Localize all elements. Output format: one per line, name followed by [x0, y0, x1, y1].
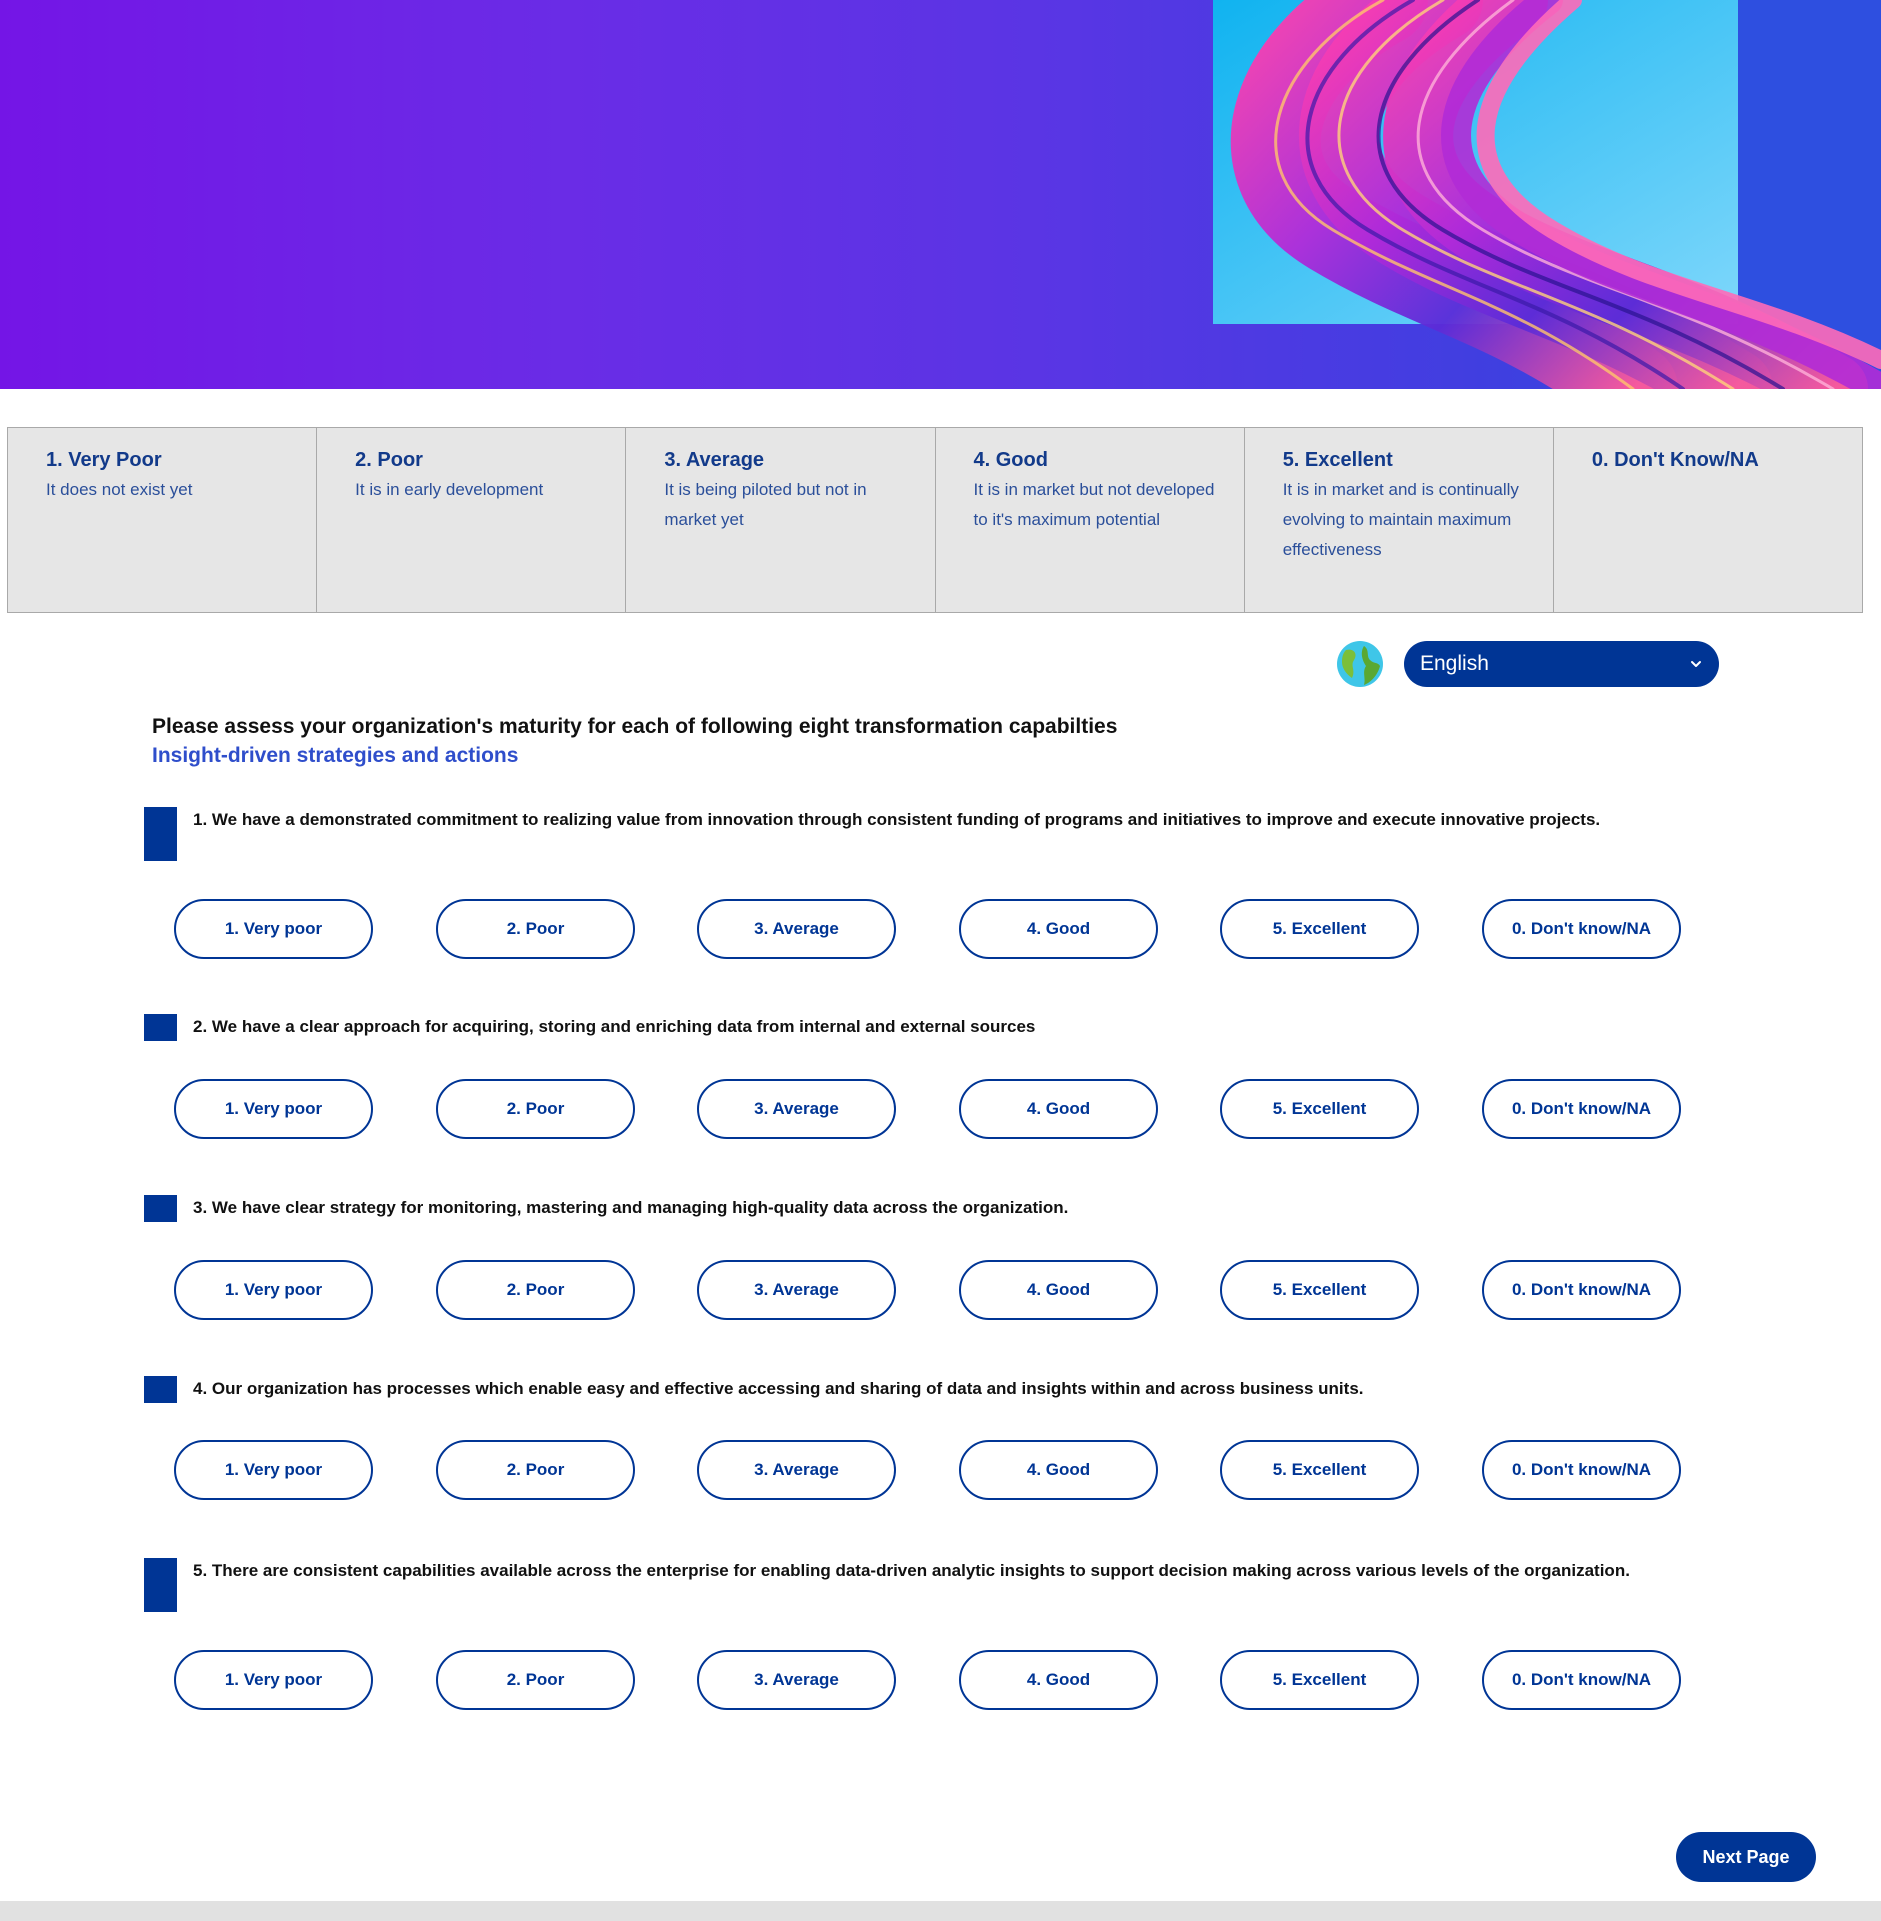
legend-cell-excellent: 5. Excellent It is in market and is cont… — [1245, 428, 1554, 612]
option-excellent-button[interactable]: 5. Excellent — [1220, 1440, 1419, 1500]
option-excellent-button[interactable]: 5. Excellent — [1220, 899, 1419, 959]
legend-cell-poor: 2. Poor It is in early development — [317, 428, 627, 612]
language-select[interactable]: English — [1404, 641, 1719, 687]
option-poor-button[interactable]: 2. Poor — [436, 1260, 635, 1320]
option-dont-know-button[interactable]: 0. Don't know/NA — [1482, 899, 1681, 959]
legend-cell-dont-know: 0. Don't Know/NA — [1554, 428, 1862, 612]
chevron-down-icon — [1691, 661, 1701, 667]
survey-intro: Please assess your organization's maturi… — [152, 712, 1652, 770]
option-good-button[interactable]: 4. Good — [959, 1260, 1158, 1320]
legend-cell-average: 3. Average It is being piloted but not i… — [626, 428, 936, 612]
option-poor-button[interactable]: 2. Poor — [436, 1650, 635, 1710]
survey-instruction: Please assess your organization's maturi… — [152, 715, 1118, 738]
legend-description: It is being piloted but not in market ye… — [664, 480, 867, 529]
option-poor-button[interactable]: 2. Poor — [436, 1440, 635, 1500]
hero-banner — [0, 0, 1881, 389]
next-page-button[interactable]: Next Page — [1676, 1832, 1816, 1882]
question-text: 4. Our organization has processes which … — [193, 1379, 1364, 1398]
question-text: 2. We have a clear approach for acquirin… — [193, 1017, 1036, 1036]
legend-description: It is in market but not developed to it'… — [973, 480, 1215, 529]
option-dont-know-button[interactable]: 0. Don't know/NA — [1482, 1079, 1681, 1139]
legend-title: 0. Don't Know/NA — [1591, 449, 1759, 471]
option-excellent-button[interactable]: 5. Excellent — [1220, 1079, 1419, 1139]
question-text: 1. We have a demonstrated commitment to … — [193, 810, 1601, 829]
option-dont-know-button[interactable]: 0. Don't know/NA — [1482, 1440, 1681, 1500]
legend-title: 4. Good — [973, 449, 1048, 471]
question-marker — [144, 1558, 177, 1612]
option-very-poor-button[interactable]: 1. Very poor — [174, 1440, 373, 1500]
option-poor-button[interactable]: 2. Poor — [436, 1079, 635, 1139]
rating-legend: 1. Very Poor It does not exist yet 2. Po… — [7, 427, 1863, 613]
legend-description: It does not exist yet — [46, 480, 193, 499]
option-good-button[interactable]: 4. Good — [959, 1650, 1158, 1710]
legend-cell-very-poor: 1. Very Poor It does not exist yet — [8, 428, 318, 612]
option-very-poor-button[interactable]: 1. Very poor — [174, 1260, 373, 1320]
option-average-button[interactable]: 3. Average — [697, 1079, 896, 1139]
legend-title: 5. Excellent — [1282, 449, 1393, 471]
footer-bar — [0, 1901, 1881, 1921]
question-marker — [144, 1376, 177, 1403]
option-very-poor-button[interactable]: 1. Very poor — [174, 1079, 373, 1139]
question-text: 3. We have clear strategy for monitoring… — [193, 1198, 1069, 1217]
option-dont-know-button[interactable]: 0. Don't know/NA — [1482, 1260, 1681, 1320]
question-text: 5. There are consistent capabilities ava… — [193, 1561, 1630, 1580]
option-very-poor-button[interactable]: 1. Very poor — [174, 899, 373, 959]
option-excellent-button[interactable]: 5. Excellent — [1220, 1650, 1419, 1710]
option-average-button[interactable]: 3. Average — [697, 1260, 896, 1320]
question-marker — [144, 807, 177, 861]
legend-title: 3. Average — [664, 449, 765, 471]
option-good-button[interactable]: 4. Good — [959, 1079, 1158, 1139]
option-average-button[interactable]: 3. Average — [697, 1650, 896, 1710]
language-select-value: English — [1420, 652, 1489, 675]
legend-description: It is in market and is continually evolv… — [1282, 480, 1519, 559]
legend-title: 2. Poor — [355, 449, 423, 471]
option-very-poor-button[interactable]: 1. Very poor — [174, 1650, 373, 1710]
option-good-button[interactable]: 4. Good — [959, 1440, 1158, 1500]
legend-title: 1. Very Poor — [46, 449, 162, 471]
question-marker — [144, 1014, 177, 1041]
globe-icon — [1337, 641, 1383, 687]
option-average-button[interactable]: 3. Average — [697, 1440, 896, 1500]
question-marker — [144, 1195, 177, 1222]
option-average-button[interactable]: 3. Average — [697, 899, 896, 959]
option-poor-button[interactable]: 2. Poor — [436, 899, 635, 959]
option-dont-know-button[interactable]: 0. Don't know/NA — [1482, 1650, 1681, 1710]
section-title: Insight-driven strategies and actions — [152, 744, 519, 767]
option-excellent-button[interactable]: 5. Excellent — [1220, 1260, 1419, 1320]
legend-description: It is in early development — [355, 480, 544, 499]
option-good-button[interactable]: 4. Good — [959, 899, 1158, 959]
hero-abstract-wave-image — [1213, 0, 1881, 389]
legend-cell-good: 4. Good It is in market but not develope… — [936, 428, 1245, 612]
